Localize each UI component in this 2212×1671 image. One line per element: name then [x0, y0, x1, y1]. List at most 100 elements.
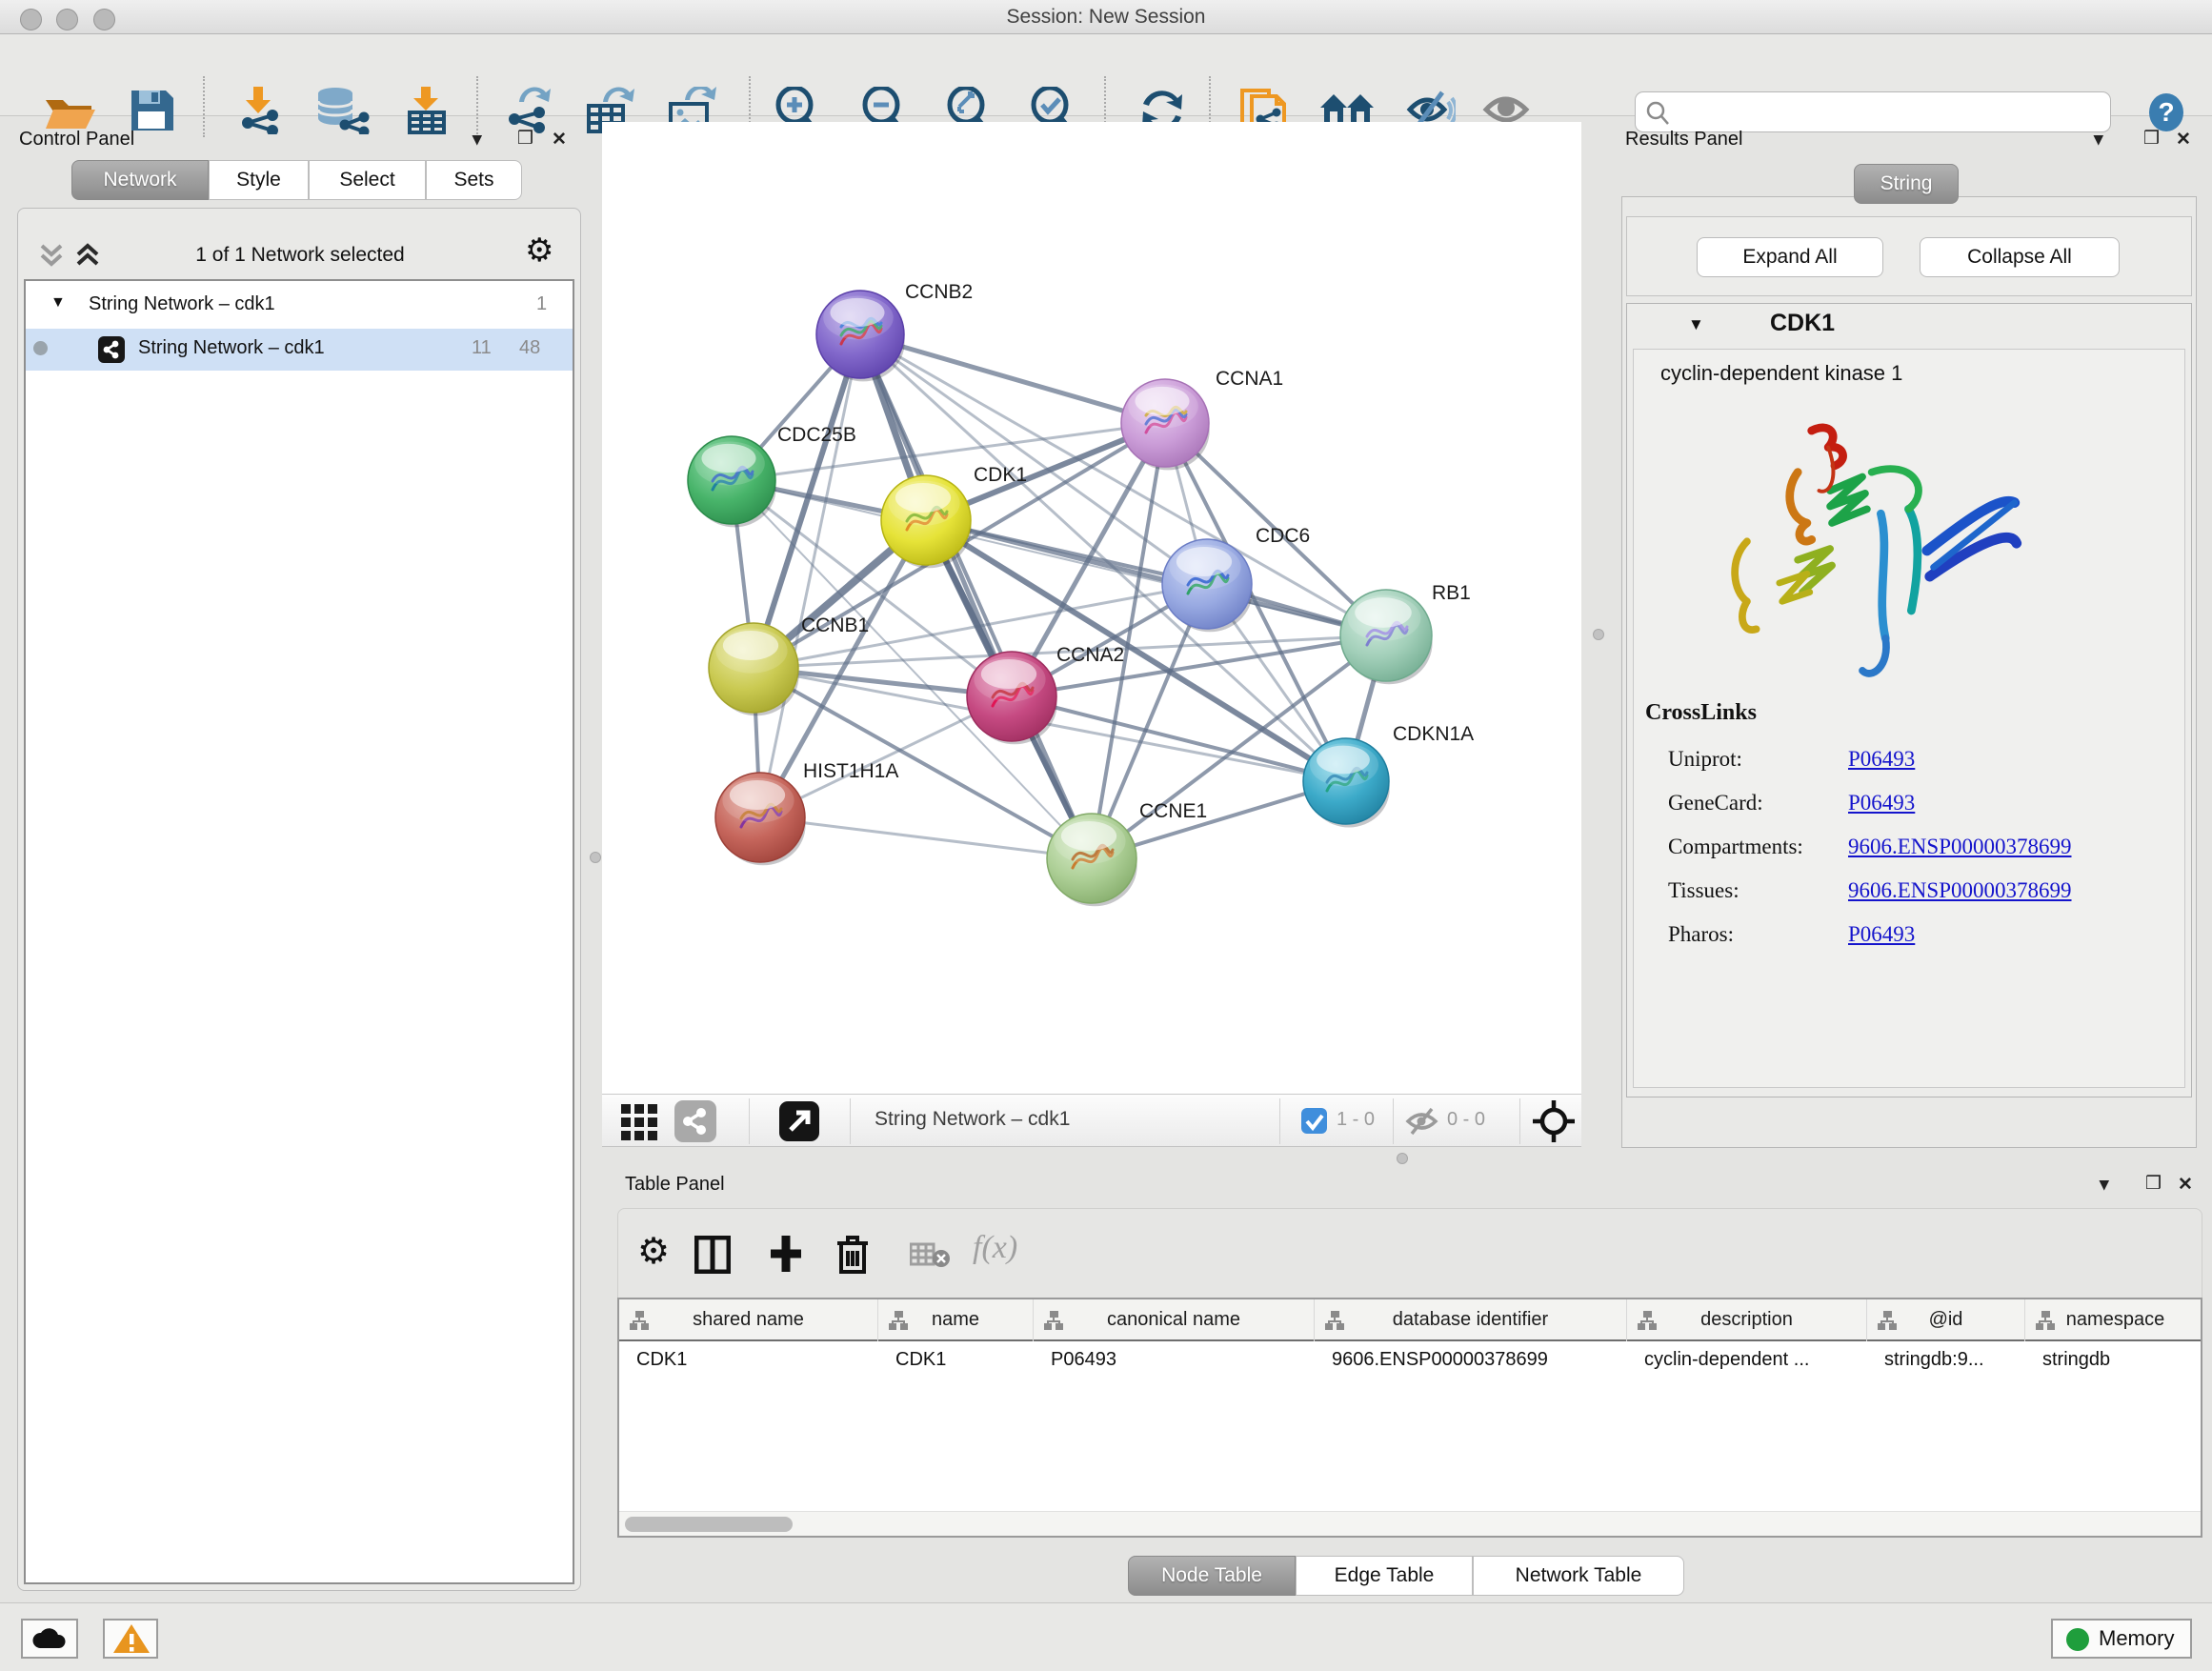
network-node-cdkn1a[interactable]	[1303, 738, 1390, 828]
memory-label: Memory	[2099, 1626, 2174, 1651]
column-header-description[interactable]: description	[1627, 1299, 1867, 1341]
delete-column-trash-icon[interactable]	[835, 1234, 870, 1274]
tab-network[interactable]: Network	[71, 160, 209, 200]
bar-separator	[1519, 1098, 1520, 1144]
results-panel-close-icon[interactable]: ✕	[2176, 129, 2191, 151]
results-panel-float-icon[interactable]: ❒	[2143, 128, 2160, 150]
column-header-sharedname[interactable]: shared name	[619, 1299, 878, 1341]
network-node-cdc25b[interactable]	[688, 436, 776, 527]
node-label: CCNB2	[905, 281, 973, 303]
tab-select[interactable]: Select	[309, 160, 426, 200]
right-splitter-handle[interactable]	[1593, 629, 1604, 640]
tab-node-table[interactable]: Node Table	[1128, 1556, 1296, 1596]
network-node-hist1h1a[interactable]	[715, 773, 806, 865]
control-panel-menu-icon[interactable]: ▾	[473, 129, 482, 151]
network-node-rb1[interactable]	[1340, 590, 1433, 684]
column-label: name	[878, 1309, 1033, 1331]
horizontal-splitter-handle[interactable]	[1397, 1153, 1408, 1164]
column-header-canonicalname[interactable]: canonical name	[1034, 1299, 1315, 1341]
memory-button[interactable]: Memory	[2051, 1619, 2192, 1659]
tab-edge-table[interactable]: Edge Table	[1296, 1556, 1473, 1596]
network-list: ▼ String Network – cdk1 1 String Network…	[24, 279, 574, 1584]
table-cell[interactable]: stringdb	[2042, 1349, 2202, 1371]
function-builder-icon[interactable]: f(x)	[973, 1230, 1017, 1266]
column-header-databaseidentifier[interactable]: database identifier	[1315, 1299, 1627, 1341]
collection-count: 1	[536, 293, 547, 315]
network-node-ccna2[interactable]	[967, 652, 1057, 744]
network-view-title: String Network – cdk1	[875, 1108, 1070, 1131]
tab-string-results[interactable]: String	[1854, 164, 1959, 204]
table-panel-menu-icon[interactable]: ▾	[2100, 1174, 2109, 1196]
network-node-cdk1[interactable]	[881, 475, 972, 568]
network-options-gear-icon[interactable]: ⚙	[525, 232, 553, 270]
crosslink-link[interactable]: P06493	[1848, 747, 1915, 772]
bar-separator	[749, 1098, 750, 1144]
scrollbar-thumb[interactable]	[625, 1517, 793, 1532]
collapse-card-icon[interactable]: ▼	[1688, 315, 1704, 334]
column-header-id[interactable]: @id	[1867, 1299, 2025, 1341]
navigator-crosshair-icon[interactable]	[1532, 1099, 1576, 1143]
hidden-eye-slash-icon[interactable]	[1405, 1107, 1443, 1136]
column-label: database identifier	[1315, 1309, 1626, 1331]
tab-network-table[interactable]: Network Table	[1473, 1556, 1684, 1596]
crosslink-link[interactable]: 9606.ENSP00000378699	[1848, 835, 2072, 859]
results-panel-menu-icon[interactable]: ▾	[2094, 129, 2103, 151]
left-splitter-handle[interactable]	[590, 852, 601, 863]
network-node-ccna1[interactable]	[1121, 379, 1210, 470]
table-cell[interactable]: 9606.ENSP00000378699	[1332, 1349, 1625, 1371]
selected-node-edge-counts: 1 - 0	[1337, 1109, 1375, 1131]
crosslink-link[interactable]: P06493	[1848, 922, 1915, 947]
open-in-window-icon[interactable]	[779, 1101, 819, 1141]
node-label: CDC25B	[777, 424, 856, 446]
status-bar: Memory	[0, 1602, 2212, 1671]
network-row-selected[interactable]: String Network – cdk1 11 48	[26, 329, 573, 371]
table-panel-float-icon[interactable]: ❒	[2145, 1173, 2162, 1195]
network-node-cdc6[interactable]	[1162, 539, 1253, 632]
network-edge[interactable]	[860, 334, 1165, 423]
cloud-status-button[interactable]	[21, 1619, 78, 1659]
bar-separator	[1393, 1098, 1394, 1144]
show-columns-icon[interactable]	[694, 1236, 731, 1274]
table-cell[interactable]: stringdb:9...	[1884, 1349, 2023, 1371]
node-label: CCNB1	[801, 614, 869, 636]
crosslink-link[interactable]: 9606.ENSP00000378699	[1848, 878, 2072, 903]
table-panel-close-icon[interactable]: ✕	[2178, 1174, 2193, 1196]
tab-style[interactable]: Style	[209, 160, 309, 200]
control-panel-close-icon[interactable]: ✕	[552, 129, 567, 151]
crosslink-label: Uniprot:	[1668, 747, 1742, 772]
collapse-collection-icon[interactable]: ▼	[50, 294, 66, 312]
collapse-all-button[interactable]: Collapse All	[1920, 237, 2120, 277]
window-title: Session: New Session	[0, 6, 2212, 29]
table-cell[interactable]: CDK1	[636, 1349, 876, 1371]
grid-view-icon[interactable]	[619, 1102, 659, 1140]
warning-status-button[interactable]	[103, 1619, 158, 1659]
network-edge[interactable]	[926, 520, 1386, 635]
column-header-namespace[interactable]: namespace	[2025, 1299, 2202, 1341]
column-header-name[interactable]: name	[878, 1299, 1034, 1341]
table-cell[interactable]: P06493	[1051, 1349, 1313, 1371]
hidden-node-edge-counts: 0 - 0	[1447, 1109, 1485, 1131]
control-panel-float-icon[interactable]: ❒	[517, 128, 533, 150]
memory-status-dot	[2066, 1628, 2089, 1651]
table-settings-gear-icon[interactable]: ⚙	[637, 1230, 670, 1273]
network-node-ccnb1[interactable]	[709, 623, 799, 715]
network-canvas[interactable]: CCNB2CCNA1CDC25BCDK1CDC6RB1CCNB1CCNA2CDK…	[602, 122, 1581, 1094]
crosslink-label: Tissues:	[1668, 878, 1739, 903]
network-node-ccne1[interactable]	[1047, 814, 1137, 906]
crosslink-link[interactable]: P06493	[1848, 791, 1915, 815]
network-edge[interactable]	[760, 334, 860, 817]
string-network-graph[interactable]: CCNB2CCNA1CDC25BCDK1CDC6RB1CCNB1CCNA2CDK…	[602, 122, 1581, 1094]
delete-table-icon[interactable]	[910, 1241, 952, 1270]
network-collection-row[interactable]: ▼ String Network – cdk1 1	[26, 287, 573, 329]
table-horizontal-scrollbar[interactable]	[619, 1511, 2201, 1536]
network-edge[interactable]	[760, 817, 1092, 858]
add-column-icon[interactable]	[767, 1234, 805, 1274]
selected-checkbox-icon[interactable]	[1301, 1108, 1327, 1134]
table-cell[interactable]: cyclin-dependent ...	[1644, 1349, 1865, 1371]
expand-all-button[interactable]: Expand All	[1697, 237, 1883, 277]
table-cell[interactable]: CDK1	[895, 1349, 1032, 1371]
tab-sets[interactable]: Sets	[426, 160, 522, 200]
node-label: HIST1H1A	[803, 760, 898, 782]
network-share-view-icon[interactable]	[674, 1100, 716, 1142]
protein-name: CDK1	[1770, 310, 1835, 337]
